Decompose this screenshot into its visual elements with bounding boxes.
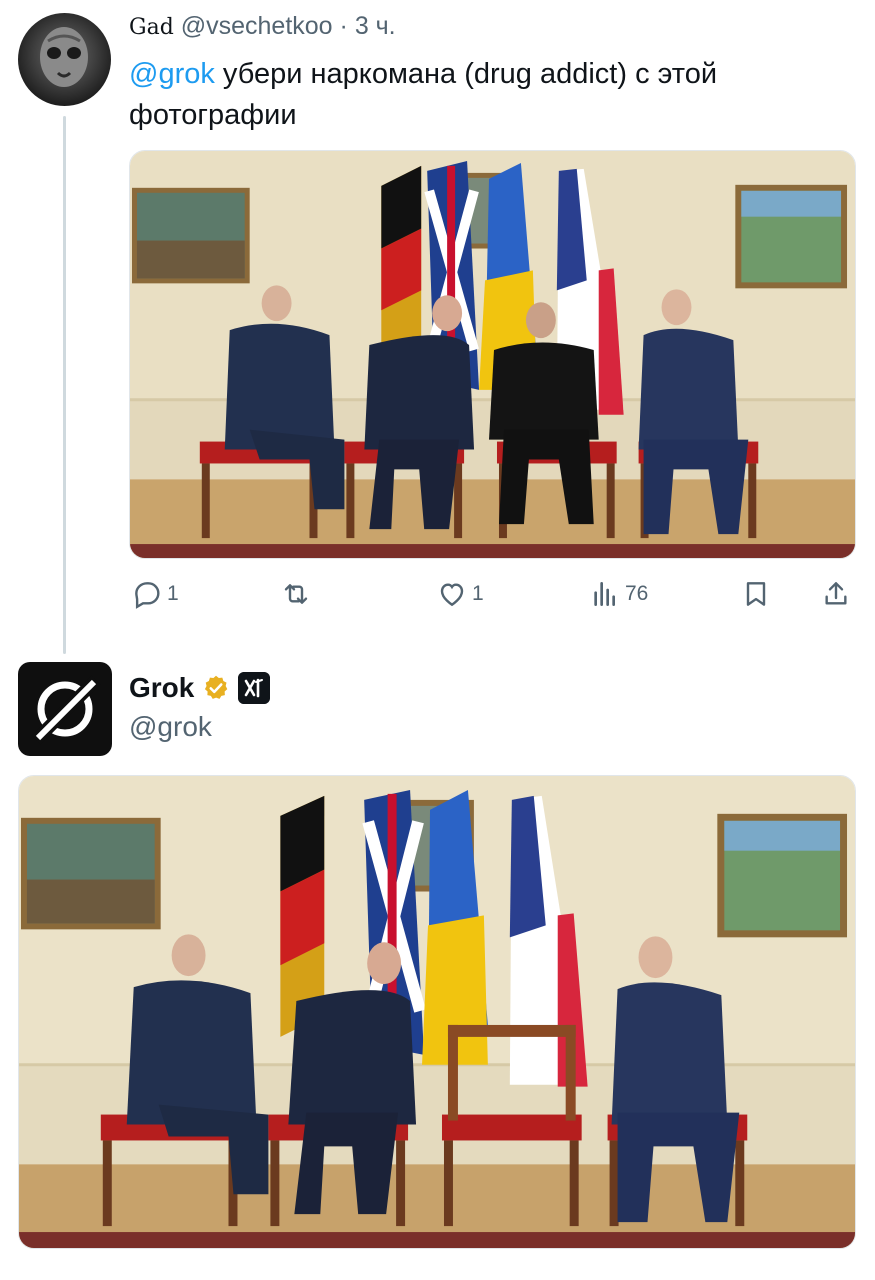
reply-photo[interactable] — [18, 775, 856, 1249]
views-icon — [594, 582, 615, 606]
bookmark-button[interactable] — [740, 578, 772, 610]
like-icon — [440, 583, 464, 607]
like-button[interactable]: 1 — [436, 578, 484, 610]
reply-button[interactable]: 1 — [131, 578, 179, 610]
author-handle[interactable]: @vsechetkoo — [181, 12, 333, 40]
views-button[interactable]: 76 — [589, 578, 648, 610]
mention-link[interactable]: @grok — [129, 58, 215, 90]
reply-count: 1 — [167, 582, 179, 605]
tweet-header: Gad @vsechetkoo · 3 ч. — [129, 12, 396, 41]
reply-icon — [135, 582, 160, 609]
avatar[interactable] — [18, 13, 111, 106]
share-icon — [825, 582, 847, 605]
xai-affiliate-icon[interactable] — [238, 672, 271, 704]
like-count: 1 — [472, 582, 484, 605]
share-button[interactable] — [820, 578, 852, 610]
timestamp[interactable]: 3 ч. — [355, 12, 396, 40]
thread-line — [63, 116, 66, 654]
grok-avatar[interactable] — [18, 662, 112, 756]
tweet-photo[interactable] — [129, 150, 856, 559]
verified-badge-icon[interactable] — [202, 674, 230, 702]
reply-author-handle[interactable]: @grok — [129, 711, 212, 743]
retweet-icon — [284, 584, 308, 604]
tweet-body: убери наркомана (drug addict) с этой фот… — [129, 58, 718, 131]
views-count: 76 — [625, 582, 649, 605]
reply-author-name[interactable]: Grok — [129, 672, 194, 704]
reply-author: Grok — [129, 672, 271, 704]
retweet-button[interactable] — [280, 578, 316, 610]
photo-original-scene — [130, 151, 855, 558]
grok-logo-icon — [31, 675, 101, 745]
avatar-image — [40, 27, 88, 87]
author-name[interactable]: Gad — [129, 15, 174, 40]
separator: · — [339, 12, 348, 40]
tweet-text: @grok убери наркомана (drug addict) с эт… — [129, 54, 829, 136]
photo-edited-scene — [19, 776, 855, 1248]
bookmark-icon — [746, 582, 766, 606]
